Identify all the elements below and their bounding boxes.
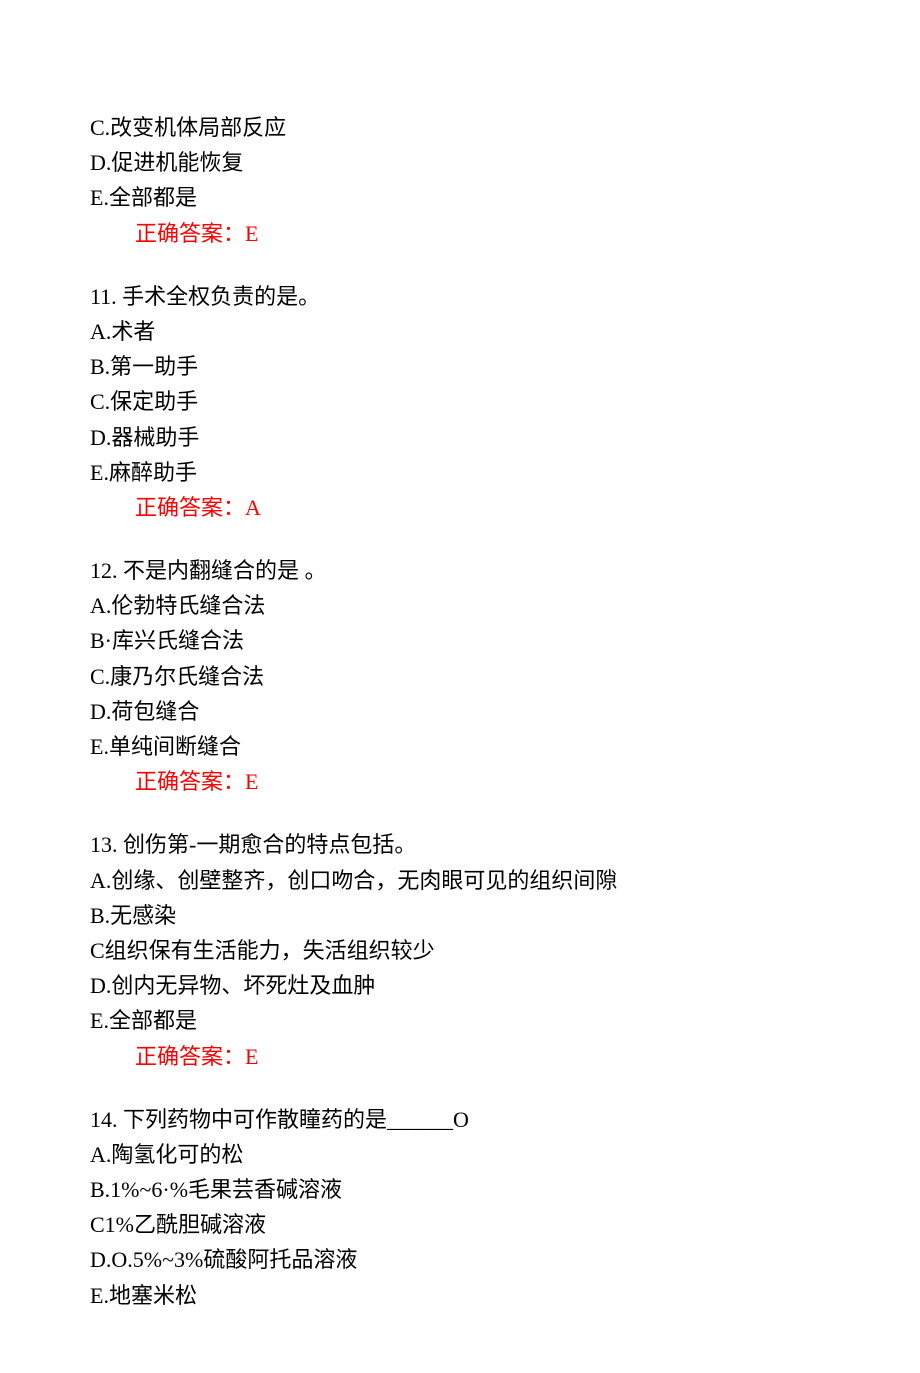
q12-option-c: C.康乃尔氏缝合法 — [90, 659, 830, 694]
q13-option-e: E.全部都是 — [90, 1003, 830, 1038]
q12-stem: 12. 不是内翻缝合的是 。 — [90, 553, 830, 588]
spacer — [90, 1074, 830, 1102]
q10-option-d: D.促进机能恢复 — [90, 145, 830, 180]
q12-option-e: E.单纯间断缝合 — [90, 729, 830, 764]
q14-option-a: A.陶氢化可的松 — [90, 1137, 830, 1172]
q11-option-b: B.第一助手 — [90, 349, 830, 384]
q12-answer: 正确答案：E — [90, 764, 830, 799]
q14-stem: 14. 下列药物中可作散瞳药的是______O — [90, 1102, 830, 1137]
q12-option-b: B·库兴氏缝合法 — [90, 623, 830, 658]
q13-option-c: C组织保有生活能力，失活组织较少 — [90, 933, 830, 968]
q11-answer: 正确答案：A — [90, 490, 830, 525]
spacer — [90, 799, 830, 827]
document-page: C.改变机体局部反应 D.促进机能恢复 E.全部都是 正确答案：E 11. 手术… — [0, 0, 920, 1373]
q11-option-d: D.器械助手 — [90, 420, 830, 455]
q13-option-a: A.创缘、创壁整齐，创口吻合，无肉眼可见的组织间隙 — [90, 863, 830, 898]
q14-option-e: E.地塞米松 — [90, 1278, 830, 1313]
q14-option-d: D.O.5%~3%硫酸阿托品溶液 — [90, 1242, 830, 1277]
q13-option-b: B.无感染 — [90, 898, 830, 933]
q12-option-a: A.伦勃特氏缝合法 — [90, 588, 830, 623]
q11-option-c: C.保定助手 — [90, 384, 830, 419]
q14-option-b: B.1%~6·%毛果芸香碱溶液 — [90, 1172, 830, 1207]
q12-option-d: D.荷包缝合 — [90, 694, 830, 729]
q13-answer: 正确答案：E — [90, 1039, 830, 1074]
q11-option-a: A.术者 — [90, 314, 830, 349]
spacer — [90, 525, 830, 553]
q14-option-c: C1%乙酰胆碱溶液 — [90, 1207, 830, 1242]
q13-stem: 13. 创伤第-一期愈合的特点包括。 — [90, 827, 830, 862]
spacer — [90, 251, 830, 279]
q11-option-e: E.麻醉助手 — [90, 455, 830, 490]
q10-answer: 正确答案：E — [90, 216, 830, 251]
q10-option-c: C.改变机体局部反应 — [90, 110, 830, 145]
q13-option-d: D.创内无异物、坏死灶及血肿 — [90, 968, 830, 1003]
q10-option-e: E.全部都是 — [90, 180, 830, 215]
q11-stem: 11. 手术全权负责的是。 — [90, 279, 830, 314]
